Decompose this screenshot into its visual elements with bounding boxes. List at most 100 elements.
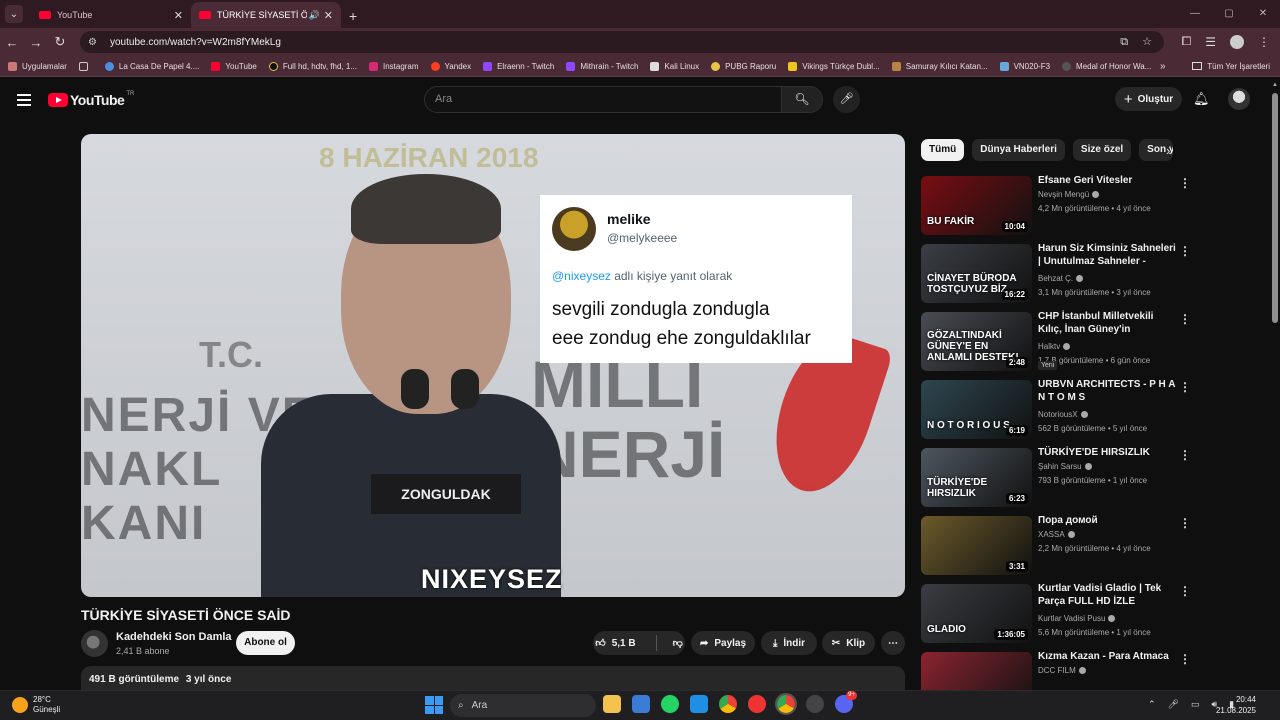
create-button[interactable]: + Oluştur	[1115, 87, 1182, 111]
search-button[interactable]: 🔍︎	[781, 86, 823, 113]
edge-icon[interactable]	[690, 695, 708, 713]
bookmark-star-icon[interactable]: ☆	[1142, 31, 1152, 53]
recommendation-channel[interactable]: Kurtlar Vadisi Pusu	[1038, 614, 1116, 623]
recommendation-item[interactable]: BU FAKİR 10:04 Efsane Geri Vitesler Nevşin …	[921, 174, 1191, 244]
recommendation-title[interactable]: Harun Siz Kimsiniz Sahneleri | Unutulmaz…	[1038, 242, 1176, 268]
bookmark-apps[interactable]: Uygulamalar	[8, 61, 67, 71]
search-input[interactable]: Ara	[424, 86, 782, 113]
bookmark-item[interactable]: YouTube	[211, 61, 257, 71]
chrome-active-icon[interactable]	[775, 693, 797, 715]
clip-button[interactable]: ✂ Klip	[822, 631, 875, 655]
recommendation-item[interactable]: 3:31 Пора домой XASSA 2,2 Mn görüntüleme • …	[921, 514, 1191, 584]
recommendation-title[interactable]: Kurtlar Vadisi Gladio | Tek Parça FULL H…	[1038, 582, 1176, 608]
more-options-icon[interactable]: ⋮	[1179, 380, 1191, 394]
recommendation-item[interactable]: N O T O R I O U S 6:19 URBVN ARCHITECTS - …	[921, 379, 1191, 448]
bookmark-grid[interactable]	[78, 61, 93, 71]
recommendation-title[interactable]: CHP İstanbul Milletvekili Kılıç, İnan Gü…	[1038, 310, 1176, 336]
recommendation-channel[interactable]: Behzat Ç.	[1038, 274, 1084, 283]
recommendation-item[interactable]: CİNAYET BÜRODA TOSTÇUYUZ BİZ 16:22 Harun S…	[921, 242, 1191, 312]
reload-icon[interactable]: ↻	[48, 34, 72, 50]
recommendation-channel[interactable]: NotoriousX	[1038, 410, 1088, 419]
browser-menu-icon[interactable]: ⋮	[1258, 35, 1270, 49]
page-scrollbar[interactable]	[1272, 93, 1278, 323]
bookmark-item[interactable]: Kali Linux	[650, 61, 699, 71]
bookmark-item[interactable]: VN020-F3	[999, 61, 1050, 71]
reading-list-icon[interactable]: ☰	[1205, 35, 1216, 49]
chrome-icon[interactable]	[719, 695, 737, 713]
youtube-logo[interactable]: YouTube TR	[48, 91, 134, 108]
video-thumbnail[interactable]: TÜRKİYE'DE HIRSIZLIK 6:23	[921, 448, 1032, 507]
video-thumbnail[interactable]: CİNAYET BÜRODA TOSTÇUYUZ BİZ 16:22	[921, 244, 1032, 303]
more-options-icon[interactable]: ⋮	[1179, 584, 1191, 598]
tray-expand-icon[interactable]: ⌃	[1148, 699, 1156, 710]
channel-avatar[interactable]	[81, 630, 108, 657]
new-tab-button[interactable]: +	[349, 8, 357, 24]
video-thumbnail[interactable]: 3:31	[921, 516, 1032, 575]
audio-playing-icon[interactable]: 🔊	[309, 10, 320, 21]
discord-icon[interactable]: 9+	[835, 691, 857, 713]
recommendation-channel[interactable]: Halktv	[1038, 342, 1071, 351]
recommendation-item[interactable]: GLADIO 1:36:05 Kurtlar Vadisi Gladio | Tek…	[921, 582, 1191, 652]
weather-widget[interactable]: 28°C Güneşli	[12, 695, 60, 715]
more-bookmarks-icon[interactable]: »	[1160, 61, 1166, 72]
more-options-icon[interactable]: ⋮	[1179, 448, 1191, 462]
bookmark-item[interactable]: Mithrain - Twitch	[566, 61, 638, 71]
site-info-icon[interactable]: ⚙	[88, 37, 102, 48]
more-options-icon[interactable]: ⋮	[1179, 652, 1191, 666]
taskbar-search[interactable]: ⌕ Ara	[450, 694, 596, 717]
browser-profile-icon[interactable]	[1230, 34, 1244, 49]
steam-icon[interactable]	[806, 695, 824, 713]
video-thumbnail[interactable]: GÖZALTINDAKİ GÜNEY'E EN ANLAMLI DESTEK! 2…	[921, 312, 1032, 371]
video-player[interactable]: 8 HAZİRAN 2018 T.C. NERJİ VE NAKL KANI M…	[81, 134, 905, 597]
store-icon[interactable]	[632, 695, 650, 713]
recommendation-title[interactable]: Пора домой	[1038, 514, 1176, 527]
maximize-icon[interactable]: ▢	[1212, 0, 1246, 28]
bookmark-item[interactable]: La Casa De Papel 4....	[104, 61, 199, 71]
address-bar[interactable]: ⚙ youtube.com/watch?v=W2m8fYMekLg ⧉ ☆	[80, 31, 1164, 53]
extensions-icon[interactable]: ⧠	[1182, 34, 1192, 49]
recommendation-item[interactable]: TÜRKİYE'DE HIRSIZLIK 6:23 TÜRKİYE'DE HIRSI…	[921, 446, 1191, 516]
recommendation-title[interactable]: TÜRKİYE'DE HIRSIZLIK	[1038, 446, 1176, 459]
file-explorer-icon[interactable]	[603, 695, 621, 713]
voice-search-icon[interactable]: 🎤︎	[833, 86, 860, 113]
close-tab-icon[interactable]: ✕	[324, 9, 333, 22]
subscribe-button[interactable]: Abone ol	[236, 631, 295, 655]
chip-for-you[interactable]: Size özel	[1072, 139, 1132, 161]
all-bookmarks[interactable]: Tüm Yer İşaretleri	[1192, 62, 1270, 71]
account-avatar[interactable]	[1228, 88, 1250, 110]
media-player-icon[interactable]	[748, 695, 766, 713]
windows-start-icon[interactable]	[425, 696, 443, 714]
description-box[interactable]: 491 B görüntüleme 3 yıl önce	[81, 666, 905, 690]
tab-search-button[interactable]: ⌄	[5, 5, 23, 23]
download-button[interactable]: ⤓ İndir	[761, 631, 817, 655]
bookmark-item[interactable]: Medal of Honor Wa...	[1062, 61, 1151, 71]
recommendation-title[interactable]: Efsane Geri Vitesler	[1038, 174, 1176, 187]
recommendation-channel[interactable]: Şahin Sarsu	[1038, 462, 1092, 471]
close-window-icon[interactable]: ✕	[1246, 0, 1280, 28]
whatsapp-icon[interactable]	[661, 695, 679, 713]
dislike-icon[interactable]: 👎︎	[673, 637, 683, 649]
bookmark-item[interactable]: Samuray Kılıcı Katan...	[891, 61, 988, 71]
share-button[interactable]: ➦ Paylaş	[691, 631, 755, 655]
close-tab-icon[interactable]: ✕	[174, 9, 183, 22]
chevron-right-icon[interactable]: ›	[1166, 143, 1170, 158]
recommendation-channel[interactable]: XASSA	[1038, 530, 1075, 539]
chip-world-news[interactable]: Dünya Haberleri	[972, 139, 1065, 161]
recommendation-item[interactable]: GÖZALTINDAKİ GÜNEY'E EN ANLAMLI DESTEK! 2…	[921, 310, 1191, 380]
bookmark-item[interactable]: Instagram	[368, 61, 419, 71]
minimize-icon[interactable]: —	[1178, 0, 1212, 28]
bookmark-item[interactable]: Full hd, hdtv, fhd, 1...	[268, 61, 357, 71]
install-app-icon[interactable]: ⧉	[1120, 31, 1128, 53]
system-clock[interactable]: 20:44 21.08.2025	[1216, 694, 1256, 716]
more-options-icon[interactable]: ⋮	[1179, 312, 1191, 326]
microphone-icon[interactable]: 🎤︎	[1168, 699, 1179, 710]
bookmark-item[interactable]: Vikings Türkçe Dubl...	[788, 61, 880, 71]
scroll-up-icon[interactable]: ▲	[1272, 82, 1278, 88]
browser-tab-youtube[interactable]: YouTube ✕	[31, 2, 191, 28]
video-thumbnail[interactable]: BU FAKİR 10:04	[921, 176, 1032, 235]
chip-all[interactable]: Tümü	[921, 139, 965, 161]
back-icon[interactable]: ←	[0, 35, 24, 50]
video-thumbnail[interactable]: GLADIO 1:36:05	[921, 584, 1032, 643]
more-options-icon[interactable]: ⋮	[1179, 176, 1191, 190]
notifications-bell-icon[interactable]: 🔔︎	[1193, 91, 1210, 107]
